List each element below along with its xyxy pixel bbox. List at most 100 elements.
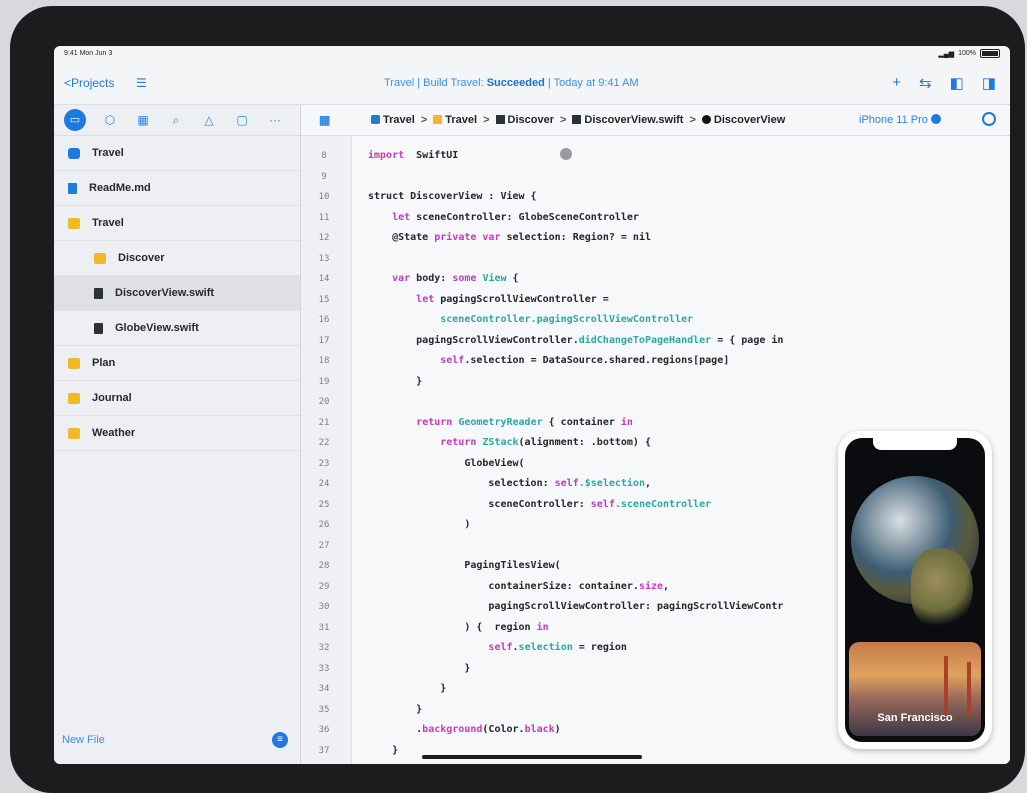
device-selector[interactable]: iPhone 11 Pro [859,114,941,126]
line-number-text: 25 [318,499,330,510]
code-token: . [368,724,423,735]
line-number: 25 [54,495,352,516]
line-number: 37 [54,741,352,762]
code-text: .background(Color.black) [368,720,561,741]
code-text: } [368,659,470,680]
search-icon[interactable]: ⌕ [167,113,185,128]
code-text: } [368,741,398,762]
swap-icon[interactable]: ⇆ [919,74,932,92]
line-number: 17 [54,331,352,352]
line-number: 9 [54,167,352,188]
code-token: self [440,355,465,366]
line-number: 30 [54,597,352,618]
bridge-tower [967,662,971,716]
grid-icon[interactable]: ▦ [319,113,330,127]
breadcrumb-label: DiscoverView [713,114,786,126]
line-number: 29 [54,577,352,598]
file-icon [495,115,505,124]
code-token: GeometryReader [458,416,543,428]
code-text: } [368,372,422,393]
signal-icon: ▂▄▆ [938,50,955,58]
home-indicator [422,755,642,759]
region-tile[interactable]: San Francisco [849,642,981,736]
settings-icon[interactable] [982,112,996,126]
globe-image[interactable] [851,476,979,628]
sidebar-left-icon[interactable]: ◧ [950,74,964,92]
line-number: 8 [54,146,352,167]
globe-land [911,548,973,628]
code-token: selection: [368,478,555,489]
line-number-text: 35 [318,704,330,715]
grid-icon[interactable]: ▦ [134,113,152,127]
file-icon [572,115,582,124]
code-text: import SwiftUI [368,146,458,167]
code-text: } [368,700,422,721]
line-number: 10 [54,187,352,208]
line-number-text: 11 [318,212,330,223]
code-text: sceneController: self.sceneController [368,495,711,516]
code-token: SwiftUI [404,150,459,161]
code-token: ) [368,519,471,530]
code-token: } [368,375,423,387]
chevron-right-icon: > [559,114,567,126]
code-text: selection: self.$selection, [368,474,651,495]
add-icon[interactable]: + [892,74,901,92]
sidebar-right-icon[interactable]: ◨ [982,74,996,92]
cube-icon[interactable]: ⬡ [101,113,119,127]
preview-screen: San Francisco [845,438,985,742]
line-number-text: 12 [318,233,330,243]
breadcrumb-item-symbol[interactable]: DiscoverView [701,114,786,126]
warning-icon[interactable]: △ [200,113,218,127]
code-token: } [368,683,447,694]
line-number-text: 36 [318,725,330,735]
breakpoint-indicator[interactable] [560,148,572,160]
battery-percent: 100% [958,50,976,57]
chevron-left-icon: < [64,76,72,90]
breadcrumb-item-discover[interactable]: Discover [495,114,554,126]
code-token: pagingScrollViewController = [434,293,609,305]
code-token: .selection = DataSource.shared.regions[p… [464,355,730,366]
line-number: 23 [54,454,352,475]
code-token: background [422,724,483,735]
line-number-text: 31 [318,622,330,633]
line-number-text: 10 [318,192,330,202]
line-number: 11 [54,208,352,229]
breadcrumb-item-file[interactable]: DiscoverView.swift [572,114,683,126]
bridge-tower [944,656,948,716]
code-token: } [368,662,471,674]
phone-notch [873,438,957,450]
folder-icon[interactable]: ▭ [64,109,86,131]
line-number-text: 34 [318,684,330,694]
breadcrumb-item-project[interactable]: Travel [371,114,415,126]
code-text: @State private var selection: Region? = … [368,228,651,249]
breadcrumb-label: Discover [507,114,554,126]
jump-bar: ▦ Travel > Travel > Discover > DiscoverV… [301,105,1010,136]
code-text: } [368,679,446,700]
code-text: struct DiscoverView : View { [368,187,537,208]
code-token: size [638,580,664,592]
line-number: 16 [54,310,352,331]
code-token: containerSize: container. [368,580,639,592]
code-text: let pagingScrollViewController = [368,290,609,311]
list-icon[interactable]: ☰ [136,76,147,90]
line-number-text: 22 [318,438,330,448]
line-number-text: 21 [318,417,330,428]
code-token: body: [410,273,453,284]
message-icon[interactable]: ▢ [233,113,251,127]
code-text: return GeometryReader { container in [368,413,633,434]
top-toolbar: <Projects ☰ Travel | Build Travel: Succe… [54,62,1010,105]
line-number: 33 [54,659,352,680]
line-number: 18 [54,351,352,372]
code-token: private var [434,232,501,243]
breadcrumb-item-group[interactable]: Travel [433,114,477,126]
code-token: pagingScrollViewController. [368,334,579,346]
projects-back-button[interactable]: <Projects [64,76,114,90]
code-token: sceneController: [368,498,591,510]
code-token: let [416,293,435,305]
code-token: .sceneController [614,498,712,510]
line-number: 21 [54,413,352,434]
more-icon[interactable]: ··· [266,113,284,127]
